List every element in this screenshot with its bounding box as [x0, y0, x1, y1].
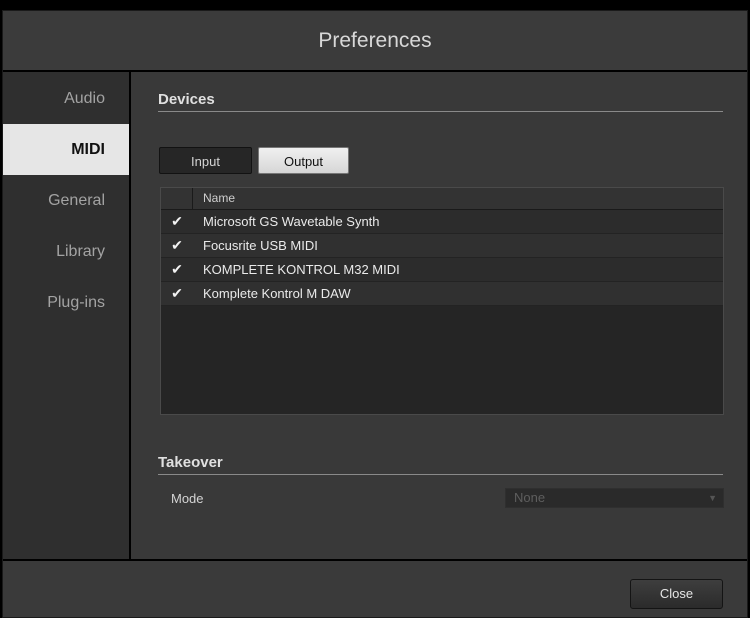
tab-output[interactable]: Output: [258, 147, 349, 174]
sidebar-item-plug-ins[interactable]: Plug-ins: [3, 277, 129, 328]
checkmark-icon[interactable]: ✔: [161, 213, 193, 230]
table-row[interactable]: ✔ Microsoft GS Wavetable Synth: [161, 210, 723, 234]
table-header: Name: [161, 188, 723, 210]
sidebar-item-midi[interactable]: MIDI: [3, 124, 129, 175]
close-button[interactable]: Close: [630, 579, 723, 609]
title-bar[interactable]: Preferences: [3, 11, 747, 72]
device-name: KOMPLETE KONTROL M32 MIDI: [203, 262, 400, 277]
checkmark-icon[interactable]: ✔: [161, 261, 193, 278]
sidebar: Audio MIDI General Library Plug-ins: [3, 72, 131, 559]
sidebar-item-library[interactable]: Library: [3, 226, 129, 277]
device-name: Focusrite USB MIDI: [203, 238, 318, 253]
table-row[interactable]: ✔ Focusrite USB MIDI: [161, 234, 723, 258]
table-row[interactable]: ✔ Komplete Kontrol M DAW: [161, 282, 723, 306]
table-row[interactable]: ✔ KOMPLETE KONTROL M32 MIDI: [161, 258, 723, 282]
mode-select-value: None: [514, 490, 546, 505]
footer: Close: [3, 559, 747, 617]
takeover-heading: Takeover: [158, 454, 723, 475]
chevron-down-icon: ▼: [708, 493, 717, 503]
sidebar-item-audio[interactable]: Audio: [3, 73, 129, 124]
device-table: Name ✔ Microsoft GS Wavetable Synth ✔ Fo…: [160, 187, 724, 415]
device-name: Komplete Kontrol M DAW: [203, 286, 351, 301]
sidebar-item-general[interactable]: General: [3, 175, 129, 226]
column-header-name[interactable]: Name: [193, 188, 235, 209]
tab-input[interactable]: Input: [159, 147, 252, 174]
checkmark-icon[interactable]: ✔: [161, 285, 193, 302]
checkmark-icon[interactable]: ✔: [161, 237, 193, 254]
mode-label: Mode: [171, 491, 204, 506]
device-name: Microsoft GS Wavetable Synth: [203, 214, 380, 229]
window-frame: Preferences Audio MIDI General Library P…: [2, 10, 748, 618]
content-panel: Devices Input Output Name ✔ Microsoft GS…: [131, 72, 747, 559]
window-title: Preferences: [318, 28, 432, 52]
preferences-window: Preferences Audio MIDI General Library P…: [0, 0, 750, 618]
column-header-check: [161, 188, 193, 209]
devices-heading: Devices: [158, 91, 723, 112]
mode-select[interactable]: None ▼: [505, 488, 724, 508]
